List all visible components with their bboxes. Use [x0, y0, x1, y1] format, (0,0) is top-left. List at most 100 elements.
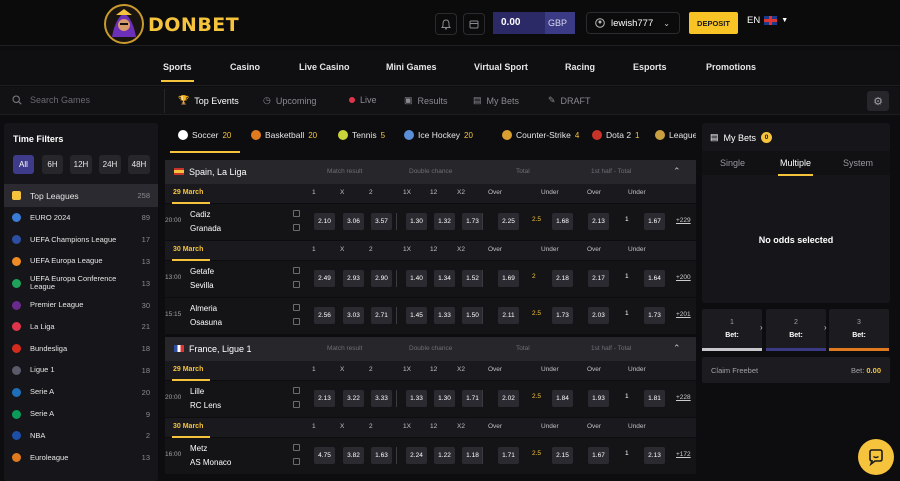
handicap-value[interactable]: 2	[532, 273, 536, 280]
odds-button[interactable]: 3.82	[343, 447, 364, 464]
handicap-value[interactable]: 1	[625, 273, 629, 280]
stats-icon[interactable]	[293, 387, 300, 394]
notification-bell-icon[interactable]	[435, 13, 457, 35]
odds-button[interactable]: 1.67	[588, 447, 609, 464]
live-chat-button[interactable]	[858, 439, 894, 475]
handicap-value[interactable]: 1	[625, 216, 629, 223]
odds-button[interactable]: 2.49	[314, 270, 335, 287]
odds-button[interactable]: 2.56	[314, 307, 335, 324]
odds-button[interactable]: 2.25	[498, 213, 519, 230]
handicap-value[interactable]: 2.5	[532, 310, 541, 317]
sidebar-league-item[interactable]: Euroleague 13	[4, 447, 158, 469]
tab-draft[interactable]: ✎ DRAFT	[548, 95, 591, 106]
odds-button[interactable]: 2.10	[314, 213, 335, 230]
sidebar-league-item[interactable]: EURO 2024 89	[4, 207, 158, 229]
tab-live[interactable]: Live	[349, 95, 377, 105]
more-markets-link[interactable]: +229	[676, 217, 691, 224]
odds-button[interactable]: 2.15	[552, 447, 573, 464]
more-markets-link[interactable]: +228	[676, 394, 691, 401]
odds-button[interactable]: 3.57	[371, 213, 392, 230]
nav-esports[interactable]: Esports	[633, 62, 667, 72]
sidebar-league-item[interactable]: UEFA Europa League 13	[4, 251, 158, 273]
odds-button[interactable]: 1.34	[434, 270, 455, 287]
odds-button[interactable]: 1.71	[462, 390, 483, 407]
match-row[interactable]: 16:00 Metz AS Monaco 4.75 3.82 1.63 2.24 1.22 1.…	[165, 438, 696, 474]
sport-tab-league-of-legends[interactable]: League of Legends	[655, 130, 696, 140]
match-row[interactable]: 20:00 Cadiz Granada 2.10 3.06 3.57 1.30 1.32 1.7…	[165, 204, 696, 240]
odds-button[interactable]: 2.71	[371, 307, 392, 324]
wallet-icon[interactable]	[463, 13, 485, 35]
time-filter-48h[interactable]: 48H	[128, 155, 150, 174]
bet-slot-1[interactable]: 1 Bet:	[702, 309, 762, 351]
nav-live-casino[interactable]: Live Casino	[299, 62, 350, 72]
odds-button[interactable]: 2.90	[371, 270, 392, 287]
odds-button[interactable]: 1.67	[644, 213, 665, 230]
tab-my-bets[interactable]: ▤ My Bets	[473, 95, 519, 106]
time-filter-24h[interactable]: 24H	[99, 155, 121, 174]
handicap-value[interactable]: 2.5	[532, 216, 541, 223]
sport-tab-soccer[interactable]: Soccer 20	[178, 130, 231, 140]
handicap-value[interactable]: 1	[625, 310, 629, 317]
odds-button[interactable]: 1.33	[406, 390, 427, 407]
sport-tab-tennis[interactable]: Tennis 5	[338, 130, 385, 140]
sidebar-league-item[interactable]: NBA 2	[4, 425, 158, 447]
sport-tab-dota-2[interactable]: Dota 21	[592, 130, 640, 140]
odds-button[interactable]: 1.52	[462, 270, 483, 287]
sport-tab-counter-strike[interactable]: Counter-Strike 4	[502, 130, 579, 140]
bet-slot-3[interactable]: 3 Bet:	[829, 309, 889, 351]
sport-tab-ice-hockey[interactable]: Ice Hockey 20	[404, 130, 473, 140]
chart-icon[interactable]	[293, 458, 300, 465]
odds-button[interactable]: 2.11	[498, 307, 519, 324]
brand-logo[interactable]: DONBET	[102, 3, 239, 44]
odds-button[interactable]: 3.03	[343, 307, 364, 324]
time-filter-all[interactable]: All	[13, 155, 34, 174]
sidebar-league-item[interactable]: Serie A 9	[4, 403, 158, 425]
odds-button[interactable]: 1.32	[434, 213, 455, 230]
match-row[interactable]: 15:15 Almeria Osasuna 2.56 3.03 2.71 1.45 1.33 1…	[165, 298, 696, 334]
odds-button[interactable]: 1.45	[406, 307, 427, 324]
sidebar-league-item[interactable]: Ligue 1 18	[4, 360, 158, 382]
tab-multiple[interactable]: Multiple	[777, 158, 814, 176]
tab-upcoming[interactable]: ◷ Upcoming	[263, 95, 316, 106]
language-selector[interactable]: EN ▼	[747, 15, 788, 26]
nav-mini-games[interactable]: Mini Games	[386, 62, 437, 72]
odds-button[interactable]: 1.73	[462, 213, 483, 230]
stats-icon[interactable]	[293, 267, 300, 274]
league-header[interactable]: France, Ligue 1 Match result Double chance…	[165, 337, 696, 361]
chart-icon[interactable]	[293, 224, 300, 231]
sidebar-league-item[interactable]: Bundesliga 18	[4, 338, 158, 360]
league-header[interactable]: Spain, La Liga Match result Double chance T…	[165, 160, 696, 184]
search-games[interactable]: Search Games	[12, 95, 90, 105]
odds-button[interactable]: 1.71	[498, 447, 519, 464]
settings-button[interactable]: ⚙	[867, 91, 889, 111]
odds-button[interactable]: 2.93	[343, 270, 364, 287]
tab-top-events[interactable]: 🏆 Top Events	[178, 95, 239, 106]
time-filter-6h[interactable]: 6H	[42, 155, 63, 174]
odds-button[interactable]: 1.93	[588, 390, 609, 407]
chart-icon[interactable]	[293, 318, 300, 325]
odds-button[interactable]: 2.24	[406, 447, 427, 464]
more-markets-link[interactable]: +200	[676, 274, 691, 281]
nav-promotions[interactable]: Promotions	[706, 62, 756, 72]
sidebar-league-item[interactable]: Serie A 20	[4, 381, 158, 403]
odds-button[interactable]: 2.13	[588, 213, 609, 230]
odds-button[interactable]: 1.84	[552, 390, 573, 407]
stats-icon[interactable]	[293, 304, 300, 311]
nav-sports[interactable]: Sports	[161, 62, 194, 82]
odds-button[interactable]: 2.02	[498, 390, 519, 407]
tab-results[interactable]: ▣ Results	[404, 95, 448, 106]
chevron-up-icon[interactable]: ⌃	[673, 166, 681, 177]
sidebar-league-item[interactable]: Top Leagues 258	[4, 184, 158, 207]
chart-icon[interactable]	[293, 281, 300, 288]
odds-button[interactable]: 1.69	[498, 270, 519, 287]
odds-button[interactable]: 1.64	[644, 270, 665, 287]
odds-button[interactable]: 1.63	[371, 447, 392, 464]
nav-virtual-sport[interactable]: Virtual Sport	[474, 62, 528, 72]
bet-slot-2[interactable]: 2 Bet:	[766, 309, 826, 351]
user-menu[interactable]: lewish777 ⌄	[586, 12, 680, 34]
sport-tab-basketball[interactable]: Basketball 20	[251, 130, 317, 140]
more-markets-link[interactable]: +172	[676, 451, 691, 458]
odds-button[interactable]: 1.73	[644, 307, 665, 324]
odds-button[interactable]: 2.13	[314, 390, 335, 407]
odds-button[interactable]: 2.17	[588, 270, 609, 287]
